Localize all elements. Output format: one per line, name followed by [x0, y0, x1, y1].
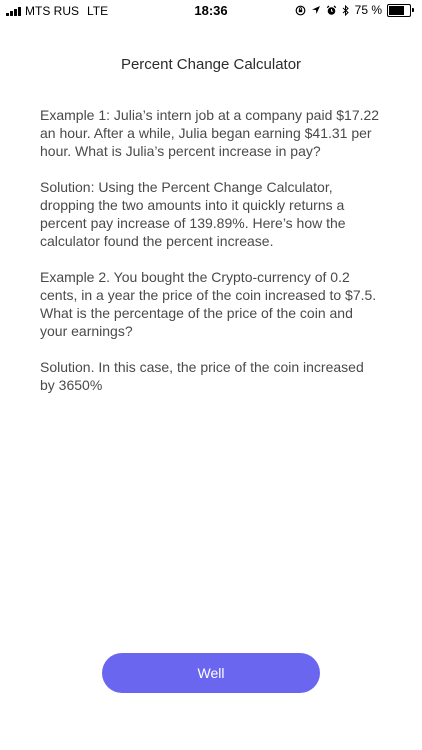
- article-content: Example 1: Julia’s intern job at a compa…: [40, 106, 382, 412]
- location-icon: [311, 6, 320, 14]
- lock-rotation-icon: [295, 5, 306, 15]
- paragraph-example-1: Example 1: Julia’s intern job at a compa…: [40, 107, 380, 159]
- paragraph-solution-1: Solution: Using the Percent Change Calcu…: [40, 179, 346, 249]
- well-button[interactable]: Well: [102, 653, 320, 693]
- battery-percent: 75 %: [354, 3, 382, 17]
- paragraph-solution-2: Solution. In this case, the price of the…: [40, 359, 364, 393]
- bluetooth-icon: [342, 4, 349, 16]
- battery-icon: [387, 3, 414, 17]
- paragraph-example-2: Example 2. You bought the Crypto-currenc…: [40, 269, 377, 339]
- status-right: 75 %: [295, 3, 414, 17]
- status-bar: MTS RUS LTE 18:36 75 %: [0, 0, 422, 22]
- alarm-icon: [326, 5, 336, 15]
- page-title: Percent Change Calculator: [120, 56, 302, 73]
